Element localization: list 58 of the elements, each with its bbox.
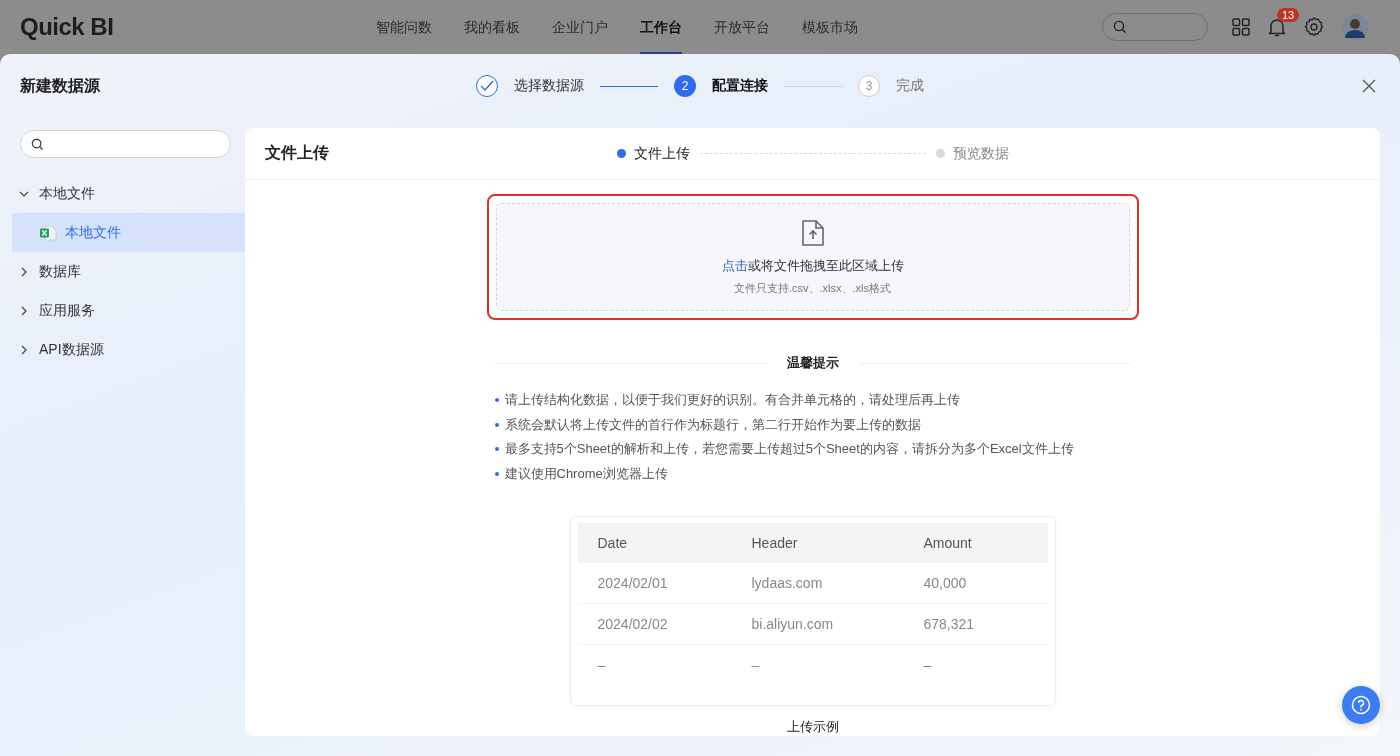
bell-icon[interactable]: [1268, 17, 1286, 37]
nav-tab[interactable]: 模板市场: [802, 0, 858, 54]
click-link[interactable]: 点击: [721, 257, 748, 273]
table-cell-text: –: [597, 657, 607, 673]
format-hint: 文件只支持.csv、.xlsx、.xls格式: [733, 280, 892, 296]
table-cell-text: bi.aliyun.com: [751, 616, 835, 632]
upload-instruction: 点击或将文件拖拽至此区域上传: [721, 256, 904, 275]
step-marker: 3: [858, 75, 880, 97]
help-icon: [1351, 695, 1371, 715]
tree-item[interactable]: 应用服务: [12, 291, 245, 330]
spreadsheet-file-icon: [39, 224, 57, 241]
table-cell-text: lydaas.com: [751, 575, 824, 591]
column-header: Amount: [923, 535, 973, 551]
search-icon: [1113, 20, 1127, 34]
tree-item[interactable]: API数据源: [12, 330, 245, 369]
dialog-title: 新建数据源: [20, 75, 101, 96]
step-label: 完成: [896, 77, 924, 95]
nav-tab[interactable]: 智能问数: [376, 0, 432, 54]
bullet-icon: [494, 422, 499, 427]
bullet-icon: [494, 447, 499, 452]
table-caption: 上传示例: [786, 718, 839, 736]
column-header: Header: [751, 535, 799, 551]
table-cell-text: 40,000: [923, 575, 968, 591]
step-label: 配置连接: [712, 77, 768, 95]
tip-text: 建议使用Chrome浏览器上传: [504, 464, 668, 483]
file-upload-icon: [800, 218, 825, 247]
tip-text: 系统会默认将上传文件的首行作为标题行，第二行开始作为要上传的数据: [504, 415, 921, 434]
upload-dropzone[interactable]: 点击或将文件拖拽至此区域上传 文件只支持.csv、.xlsx、.xls格式: [495, 203, 1130, 311]
table-cell-text: 678,321: [923, 616, 976, 632]
step-marker: 2: [674, 75, 696, 97]
notification-count: 13: [1277, 8, 1300, 22]
table-cell-text: 2024/02/01: [597, 575, 669, 591]
panel-title: 文件上传: [265, 143, 330, 163]
search-icon: [31, 137, 44, 151]
grid-icon[interactable]: [1232, 18, 1250, 36]
table-cell-text: –: [751, 657, 761, 673]
tips-title: 温馨提示: [786, 354, 839, 372]
check-icon: [480, 80, 494, 92]
step-label: 文件上传: [633, 144, 690, 163]
tip-text: 最多支持5个Sheet的解析和上传，若您需要上传超过5个Sheet的内容，请拆分为多个Excel文件上传: [504, 440, 1074, 459]
tip-text: 请上传结构化数据，以便于我们更好的识别。有合并单元格的，请处理后再上传: [504, 391, 960, 410]
table-cell-text: 2024/02/02: [597, 616, 669, 632]
column-header: Date: [597, 535, 629, 551]
tree-item[interactable]: 数据库: [12, 252, 245, 291]
step-label: 预览数据: [952, 144, 1009, 163]
tree-item[interactable]: 本地文件: [12, 213, 245, 252]
logo[interactable]: Quick BI: [20, 13, 114, 41]
avatar[interactable]: [1342, 14, 1368, 40]
step-label: 选择数据源: [514, 77, 584, 95]
close-icon[interactable]: [1362, 79, 1376, 93]
tree-item[interactable]: 本地文件: [12, 174, 245, 213]
settings-icon[interactable]: [1304, 17, 1324, 37]
bullet-icon: [494, 471, 499, 476]
nav-tab[interactable]: 开放平台: [714, 0, 770, 54]
nav-tab[interactable]: 企业门户: [552, 0, 608, 54]
nav-tab[interactable]: 我的看板: [464, 0, 520, 54]
bullet-icon: [494, 398, 499, 403]
table-cell-text: –: [923, 657, 933, 673]
